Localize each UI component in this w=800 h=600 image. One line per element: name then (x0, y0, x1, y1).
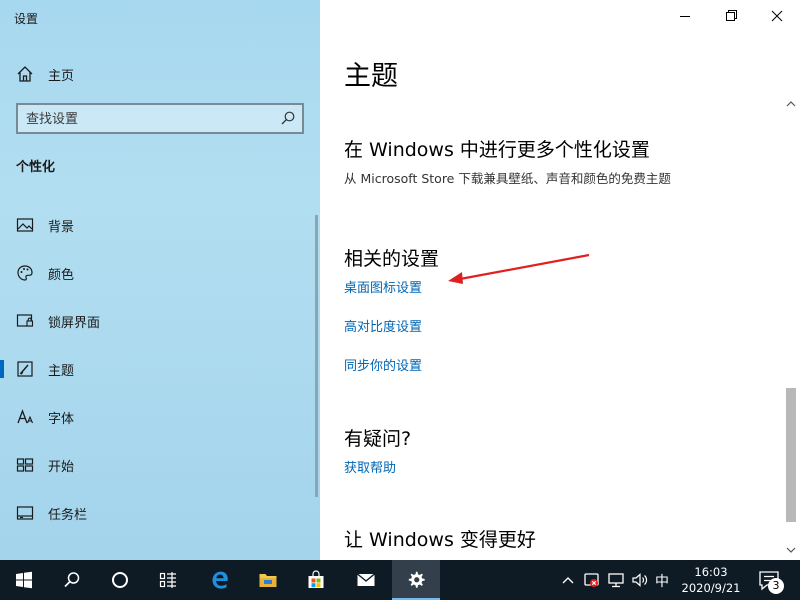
task-view-button[interactable] (144, 560, 192, 600)
notification-count-badge: 3 (768, 578, 784, 594)
sidebar-item-fonts[interactable]: 字体 (0, 397, 316, 437)
sidebar-scrollbar[interactable] (315, 215, 318, 497)
sidebar-item-label: 主题 (48, 364, 75, 379)
desktop-icon-settings-link[interactable]: 桌面图标设置 (344, 277, 422, 296)
help-heading: 有疑问? (344, 428, 412, 450)
chevron-up-icon[interactable] (558, 570, 578, 590)
security-icon[interactable] (582, 570, 602, 590)
taskbar-search-button[interactable] (48, 560, 96, 600)
sidebar-home[interactable]: 主页 (0, 58, 320, 90)
restore-button[interactable] (708, 0, 754, 32)
gear-icon (408, 571, 425, 588)
windows-logo-icon (16, 571, 32, 589)
store-icon (308, 570, 324, 588)
minimize-button[interactable] (662, 0, 708, 32)
network-icon[interactable] (606, 570, 626, 590)
font-icon (16, 408, 34, 426)
edge-button[interactable] (196, 560, 244, 600)
edge-icon (212, 571, 228, 589)
clock-time: 16:03 (694, 565, 728, 579)
section-title: 个性化 (16, 160, 56, 175)
sync-settings-link[interactable]: 同步你的设置 (344, 355, 422, 374)
sidebar-item-colors[interactable]: 颜色 (0, 253, 316, 293)
search-icon (64, 572, 80, 588)
annotation-arrow-icon (448, 253, 590, 284)
clock[interactable]: 16:03 2020/9/21 (678, 564, 744, 596)
search-input[interactable] (26, 109, 266, 129)
picture-icon (16, 216, 34, 234)
related-settings-heading: 相关的设置 (344, 248, 440, 270)
make-windows-better-heading: 让 Windows 变得更好 (344, 529, 536, 551)
sidebar-item-label: 开始 (48, 460, 75, 475)
sidebar-item-background[interactable]: 背景 (0, 205, 316, 245)
sidebar-home-label: 主页 (48, 69, 75, 84)
cortana-button[interactable] (96, 560, 144, 600)
scrollbar-thumb[interactable] (786, 388, 796, 522)
taskbar: 中 16:03 2020/9/21 (0, 560, 800, 600)
close-button[interactable] (754, 0, 800, 32)
taskbar-icon (16, 504, 34, 522)
more-personalization-heading: 在 Windows 中进行更多个性化设置 (344, 139, 650, 161)
page-title: 主题 (344, 61, 398, 92)
brush-icon (16, 360, 34, 378)
store-button[interactable] (292, 560, 340, 600)
mail-button[interactable] (342, 560, 390, 600)
search-box[interactable] (16, 103, 304, 134)
scroll-down-icon[interactable] (786, 546, 796, 554)
high-contrast-settings-link[interactable]: 高对比度设置 (344, 316, 422, 335)
sidebar-item-label: 锁屏界面 (48, 316, 101, 331)
sidebar-item-start[interactable]: 开始 (0, 445, 316, 485)
start-button[interactable] (0, 560, 48, 600)
scroll-up-icon[interactable] (786, 100, 796, 108)
clock-date: 2020/9/21 (681, 581, 741, 595)
sidebar-item-lock-screen[interactable]: 锁屏界面 (0, 301, 316, 341)
minimize-icon (680, 16, 690, 17)
palette-icon (16, 264, 34, 282)
task-view-icon (159, 572, 176, 588)
more-personalization-description: 从 Microsoft Store 下载兼具壁纸、声音和颜色的免费主题 (344, 171, 671, 186)
restore-icon (726, 10, 737, 21)
app-title: 设置 (14, 12, 39, 26)
sidebar-item-taskbar[interactable]: 任务栏 (0, 493, 316, 533)
get-help-link[interactable]: 获取帮助 (344, 457, 396, 476)
lock-screen-icon (16, 312, 34, 330)
input-method-indicator[interactable]: 中 (655, 571, 669, 591)
sidebar-item-label: 任务栏 (48, 508, 88, 523)
sidebar-item-label: 颜色 (48, 268, 75, 283)
sidebar-item-themes[interactable]: 主题 (0, 349, 316, 389)
folder-icon (259, 574, 277, 587)
sidebar-item-label: 字体 (48, 412, 75, 427)
file-explorer-button[interactable] (244, 560, 292, 600)
search-icon[interactable] (280, 110, 296, 126)
close-icon (771, 10, 783, 22)
sidebar-item-label: 背景 (48, 220, 75, 235)
mail-icon (357, 573, 375, 586)
home-icon (16, 65, 34, 83)
start-icon (16, 456, 34, 474)
volume-icon[interactable] (630, 570, 650, 590)
cortana-icon (112, 572, 128, 588)
settings-sidebar: 设置 主页 个性化 背景 颜色 锁屏界面 主题 (0, 0, 320, 560)
settings-taskbar-button[interactable] (392, 560, 440, 600)
